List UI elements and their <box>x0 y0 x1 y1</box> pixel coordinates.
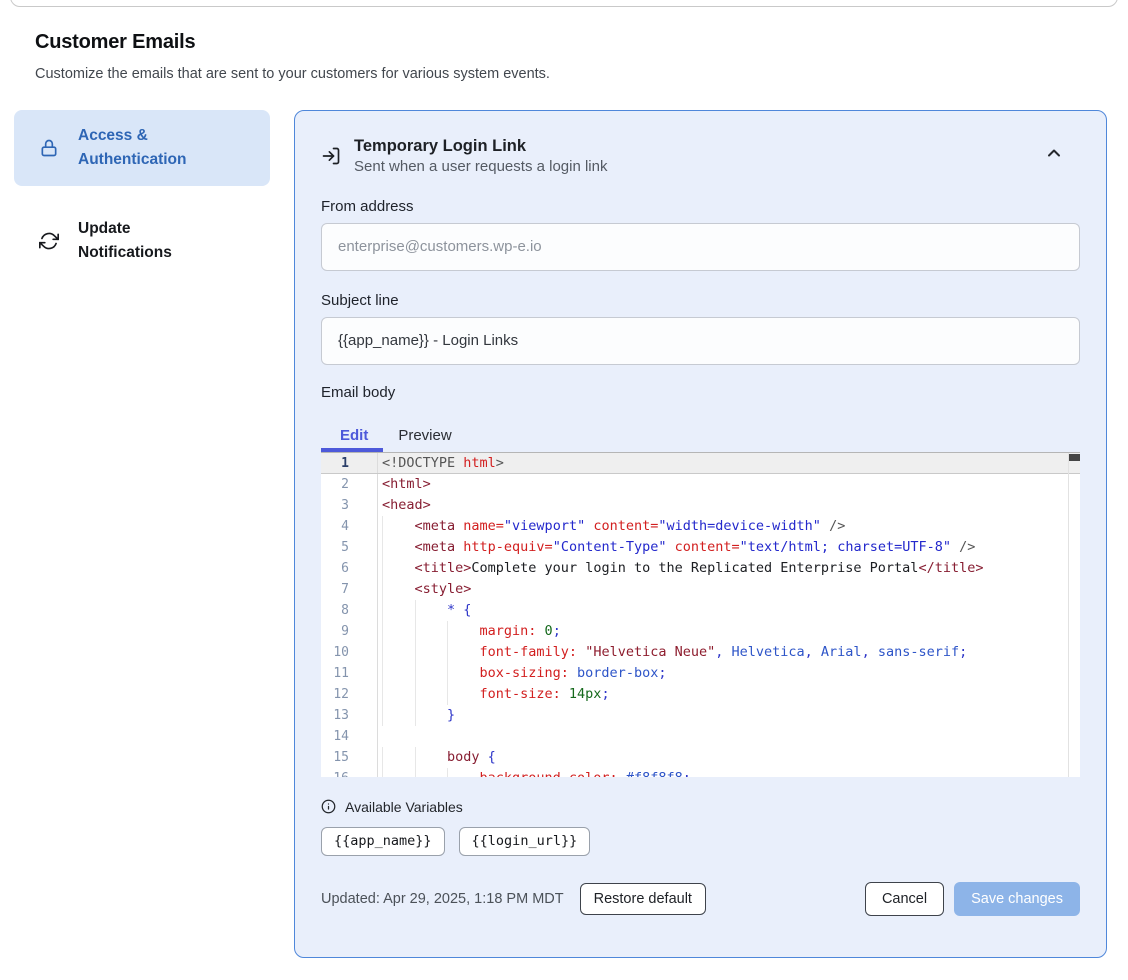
email-types-sidebar: Access & Authentication Update Notificat… <box>14 110 270 279</box>
subject-line-label: Subject line <box>321 292 1080 309</box>
card-subtitle: Sent when a user requests a login link <box>354 157 607 177</box>
code-text <box>378 726 1080 747</box>
line-number: 1 <box>321 453 378 473</box>
code-line[interactable]: 6<title>Complete your login to the Repli… <box>321 558 1080 579</box>
refresh-icon <box>39 231 59 251</box>
updated-timestamp: Updated: Apr 29, 2025, 1:18 PM MDT <box>321 891 564 907</box>
variable-chips: {{app_name}} {{login_url}} <box>321 827 1080 856</box>
top-bar-remnant <box>10 0 1118 7</box>
sidebar-item-label: Access & Authentication <box>78 124 228 172</box>
from-address-input[interactable] <box>321 223 1080 271</box>
card-footer: Updated: Apr 29, 2025, 1:18 PM MDT Resto… <box>321 882 1080 916</box>
cancel-button[interactable]: Cancel <box>865 882 944 916</box>
sidebar-item-access-authentication[interactable]: Access & Authentication <box>14 110 270 186</box>
code-line[interactable]: 1<!DOCTYPE html> <box>321 453 1080 474</box>
page-title: Customer Emails <box>35 31 195 54</box>
code-text: <style> <box>378 579 1080 600</box>
tab-preview[interactable]: Preview <box>383 427 466 444</box>
save-changes-button[interactable]: Save changes <box>954 882 1080 916</box>
line-number: 5 <box>321 537 378 558</box>
code-text: background-color: #f8f8f8; <box>378 768 1080 777</box>
line-number: 6 <box>321 558 378 579</box>
email-body-code-editor[interactable]: 1<!DOCTYPE html>2<html>3<head>4<meta nam… <box>321 452 1080 777</box>
code-text: * { <box>378 600 1080 621</box>
sidebar-item-label: Update Notifications <box>78 217 228 265</box>
line-number: 15 <box>321 747 378 768</box>
line-number: 16 <box>321 768 378 777</box>
code-text: <head> <box>378 495 1080 516</box>
page-subtitle: Customize the emails that are sent to yo… <box>35 66 550 82</box>
code-text: font-family: "Helvetica Neue", Helvetica… <box>378 642 1080 663</box>
code-text: <!DOCTYPE html> <box>378 453 1080 473</box>
variable-chip-app-name[interactable]: {{app_name}} <box>321 827 445 856</box>
editor-scrollbar-thumb[interactable] <box>1069 454 1080 461</box>
available-variables-label: Available Variables <box>345 799 463 815</box>
line-number: 4 <box>321 516 378 537</box>
code-line[interactable]: 2<html> <box>321 474 1080 495</box>
subject-line-input[interactable] <box>321 317 1080 365</box>
code-text: } <box>378 705 1080 726</box>
code-text: margin: 0; <box>378 621 1080 642</box>
editor-wrap: 1<!DOCTYPE html>2<html>3<head>4<meta nam… <box>321 452 1080 777</box>
code-line[interactable]: 10font-family: "Helvetica Neue", Helveti… <box>321 642 1080 663</box>
code-line[interactable]: 13} <box>321 705 1080 726</box>
code-line[interactable]: 8* { <box>321 600 1080 621</box>
code-text: font-size: 14px; <box>378 684 1080 705</box>
editor-tabs: Edit Preview <box>321 419 1080 452</box>
code-line[interactable]: 4<meta name="viewport" content="width=de… <box>321 516 1080 537</box>
tab-edit[interactable]: Edit <box>321 427 383 444</box>
line-number: 8 <box>321 600 378 621</box>
available-variables-row: Available Variables <box>321 799 1080 815</box>
from-address-label: From address <box>321 198 1080 215</box>
restore-default-button[interactable]: Restore default <box>580 883 706 915</box>
code-line[interactable]: 5<meta http-equiv="Content-Type" content… <box>321 537 1080 558</box>
line-number: 10 <box>321 642 378 663</box>
email-body-label: Email body <box>321 384 1080 401</box>
card-header: Temporary Login Link Sent when a user re… <box>321 135 1080 178</box>
line-number: 3 <box>321 495 378 516</box>
chevron-up-icon[interactable] <box>1044 143 1064 163</box>
line-number: 13 <box>321 705 378 726</box>
line-number: 14 <box>321 726 378 747</box>
line-number: 11 <box>321 663 378 684</box>
card-title: Temporary Login Link <box>354 135 607 157</box>
line-number: 9 <box>321 621 378 642</box>
code-line[interactable]: 3<head> <box>321 495 1080 516</box>
code-text: <title>Complete your login to the Replic… <box>378 558 1080 579</box>
code-text: <meta name="viewport" content="width=dev… <box>378 516 1080 537</box>
line-number: 12 <box>321 684 378 705</box>
temporary-login-link-card: Temporary Login Link Sent when a user re… <box>294 110 1107 958</box>
sidebar-item-update-notifications[interactable]: Update Notifications <box>14 203 270 279</box>
variable-chip-login-url[interactable]: {{login_url}} <box>459 827 591 856</box>
info-icon <box>321 799 336 814</box>
active-tab-underline <box>321 448 383 452</box>
code-line[interactable]: 7<style> <box>321 579 1080 600</box>
log-in-icon <box>321 146 341 166</box>
code-line[interactable]: 16background-color: #f8f8f8; <box>321 768 1080 777</box>
code-text: <meta http-equiv="Content-Type" content=… <box>378 537 1080 558</box>
line-number: 2 <box>321 474 378 495</box>
code-line[interactable]: 11box-sizing: border-box; <box>321 663 1080 684</box>
code-line[interactable]: 12font-size: 14px; <box>321 684 1080 705</box>
code-text: box-sizing: border-box; <box>378 663 1080 684</box>
code-text: body { <box>378 747 1080 768</box>
code-line[interactable]: 14 <box>321 726 1080 747</box>
editor-scrollbar[interactable] <box>1068 453 1080 777</box>
code-text: <html> <box>378 474 1080 495</box>
line-number: 7 <box>321 579 378 600</box>
lock-icon <box>39 138 59 158</box>
code-line[interactable]: 15body { <box>321 747 1080 768</box>
code-line[interactable]: 9margin: 0; <box>321 621 1080 642</box>
